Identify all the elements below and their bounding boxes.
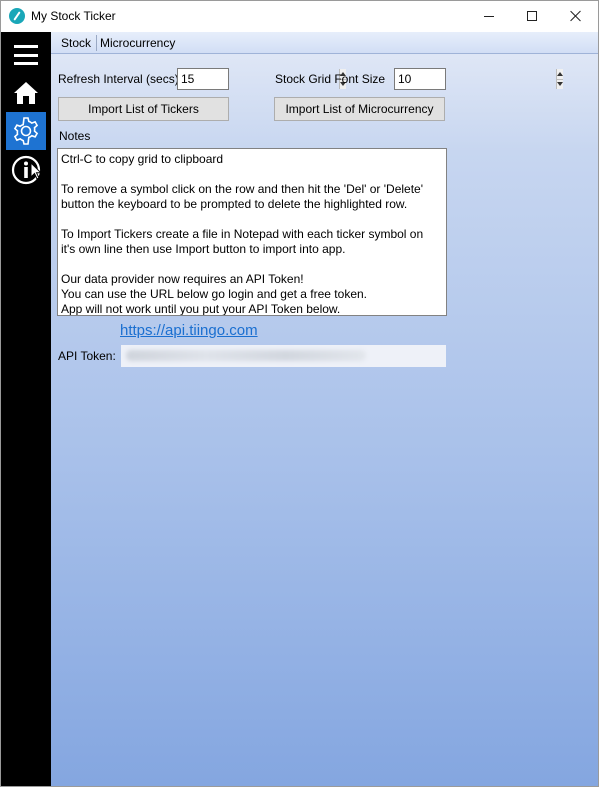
font-size-up-button[interactable] [557, 69, 563, 79]
nav-menu-button[interactable] [6, 36, 46, 74]
maximize-button[interactable] [509, 1, 555, 31]
font-size-label: Stock Grid Font Size [275, 72, 386, 86]
refresh-interval-stepper[interactable] [177, 68, 346, 90]
mouse-cursor-icon [30, 162, 42, 180]
tab-microcurrency[interactable]: Microcurrency [96, 35, 179, 51]
nav-home-button[interactable] [6, 74, 46, 112]
minimize-icon [484, 15, 494, 17]
notes-textarea[interactable]: Ctrl-C to copy grid to clipboard To remo… [57, 148, 447, 316]
notes-line: To remove a symbol click on the row and … [61, 182, 424, 196]
close-icon [570, 10, 582, 22]
notes-blank-line [61, 212, 443, 227]
notes-line: Ctrl-C to copy grid to clipboard [61, 152, 224, 166]
window-title: My Stock Ticker [31, 9, 116, 23]
chevron-down-icon [557, 82, 563, 87]
notes-line: App will not work until you put your API… [61, 302, 341, 316]
tab-stock[interactable]: Stock [57, 35, 95, 51]
close-button[interactable] [553, 1, 598, 31]
import-microcurrency-button[interactable]: Import List of Microcurrency [274, 97, 445, 121]
notes-label: Notes [59, 129, 91, 143]
notes-blank-line [61, 257, 443, 272]
notes-line: To Import Tickers create a file in Notep… [61, 227, 424, 241]
tiingo-link[interactable]: https://api.tiingo.com [120, 322, 258, 339]
notes-blank-line [61, 167, 443, 182]
gear-icon [13, 117, 39, 145]
title-bar[interactable]: My Stock Ticker [1, 1, 598, 32]
notes-line: it's own line then use Import button to … [61, 242, 346, 256]
font-size-down-button[interactable] [557, 78, 563, 89]
nav-settings-button[interactable] [6, 112, 46, 150]
tab-strip: Stock Microcurrency [51, 32, 598, 54]
side-navigation [1, 32, 51, 786]
import-tickers-button[interactable]: Import List of Tickers [58, 97, 229, 121]
font-size-input[interactable] [395, 69, 556, 89]
api-token-field[interactable] [121, 345, 446, 367]
refresh-interval-label: Refresh Interval (secs) [58, 72, 179, 86]
api-token-label: API Token: [58, 349, 116, 363]
notes-line: Our data provider now requires an API To… [61, 272, 304, 286]
app-window: My Stock Ticker Stock Microcurrency Refr… [0, 0, 599, 787]
notes-line: You can use the URL below go login and g… [61, 287, 367, 301]
font-size-arrows [556, 69, 563, 89]
app-logo-icon [9, 8, 25, 24]
maximize-icon [527, 11, 537, 21]
minimize-button[interactable] [466, 1, 512, 31]
home-icon [14, 82, 38, 104]
notes-line: button the keyboard to be prompted to de… [61, 197, 408, 211]
settings-panel: Stock Microcurrency Refresh Interval (se… [51, 32, 598, 786]
font-size-stepper[interactable] [394, 68, 563, 90]
chevron-up-icon [557, 71, 563, 76]
redacted-token-value [126, 350, 366, 361]
hamburger-icon [14, 45, 38, 65]
